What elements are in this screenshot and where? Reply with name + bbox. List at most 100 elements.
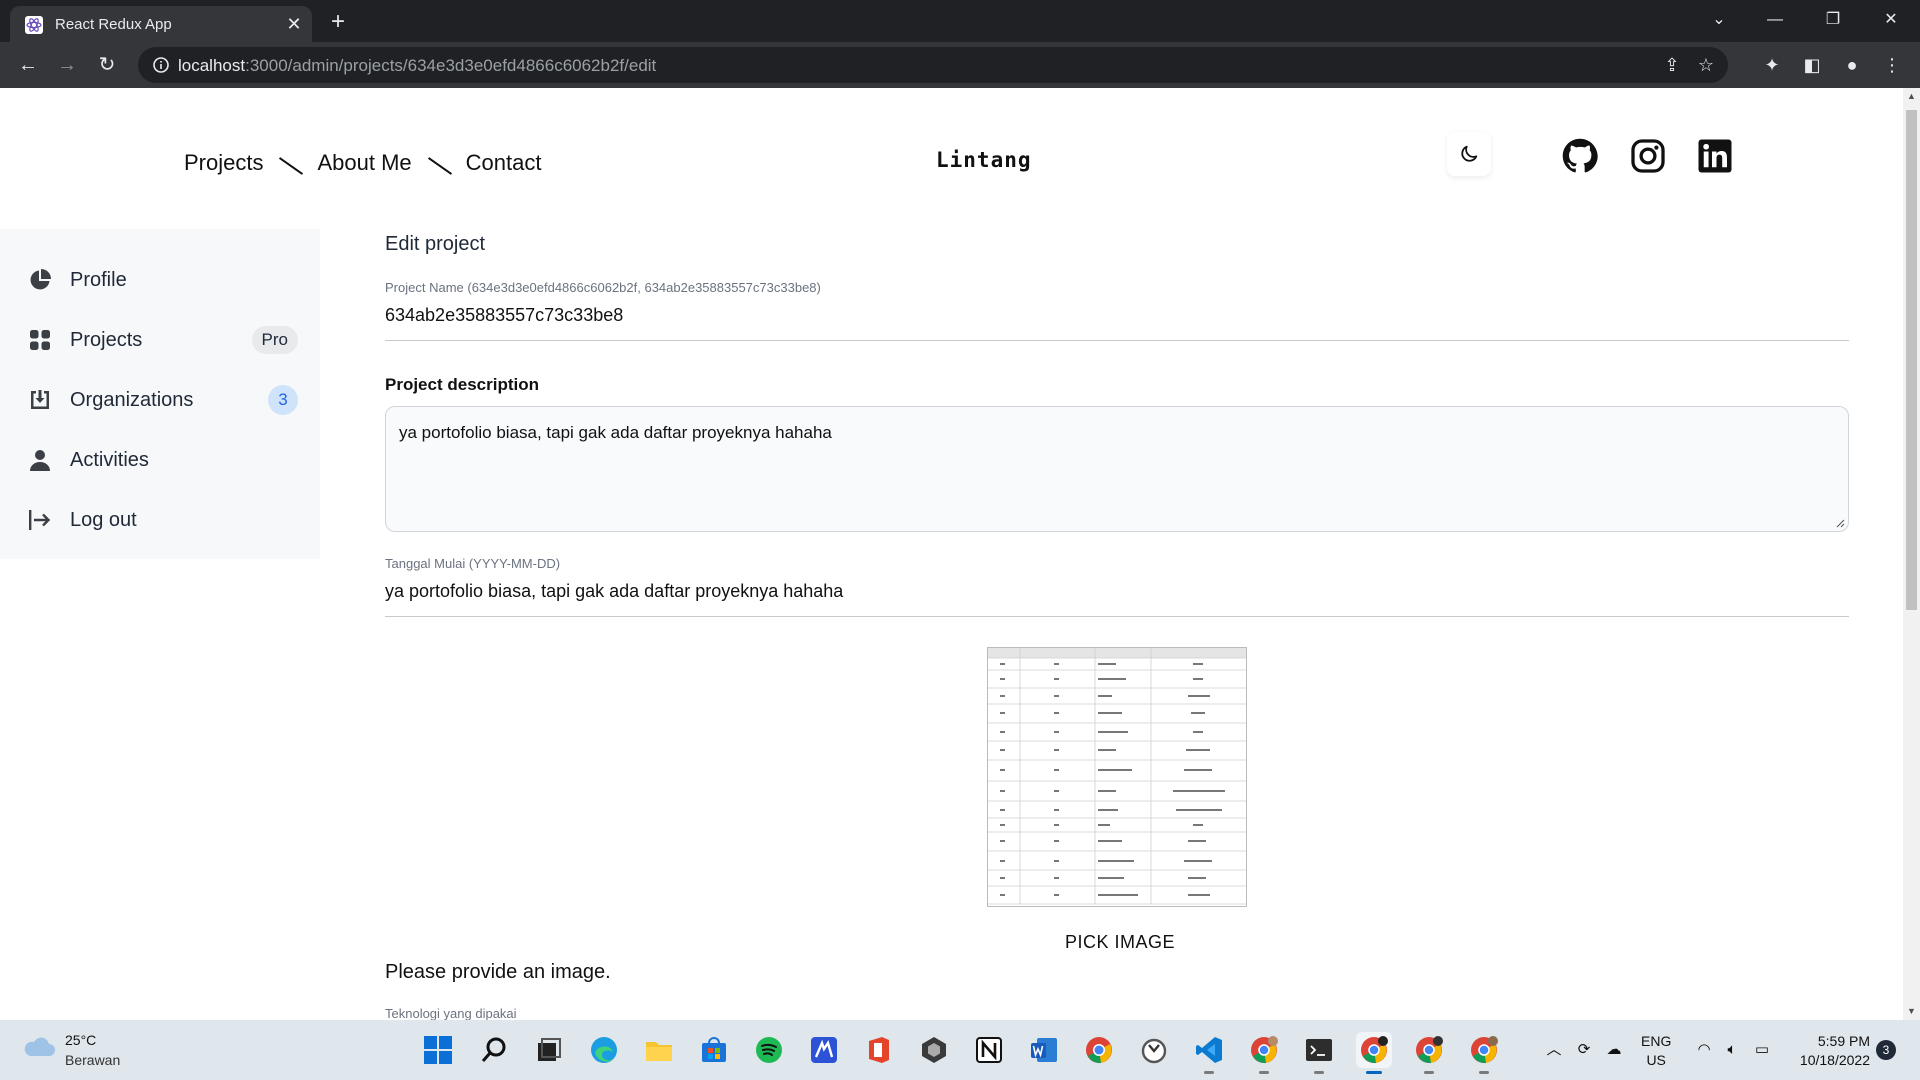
resize-grip-icon[interactable]	[1835, 518, 1845, 528]
chrome-icon[interactable]	[1081, 1032, 1117, 1068]
sidebar-item-profile[interactable]: Profile	[28, 262, 298, 298]
page-scrollbar[interactable]: ▲ ▼	[1903, 88, 1920, 1020]
page-viewport: Projects About Me Contact Lintang Profil…	[0, 88, 1920, 1020]
person-icon	[30, 450, 50, 471]
active-indicator	[1366, 1071, 1382, 1074]
app-icon[interactable]	[806, 1032, 842, 1068]
weather-description[interactable]: Berawan	[65, 1052, 120, 1068]
sidebar-item-logout[interactable]: Log out	[28, 502, 298, 538]
file-explorer-icon[interactable]	[641, 1032, 677, 1068]
battery-icon[interactable]: ▭	[1752, 1040, 1772, 1060]
volume-icon[interactable]: 🔈︎	[1722, 1040, 1742, 1060]
close-tab-icon[interactable]: ✕	[282, 12, 306, 36]
new-tab-icon[interactable]: +	[324, 8, 352, 36]
menu-icon[interactable]: ⋮	[1880, 53, 1904, 77]
clock-date: 10/18/2022	[1799, 1052, 1870, 1068]
spotify-icon[interactable]	[751, 1032, 787, 1068]
nav-link-about-me[interactable]: About Me	[317, 150, 411, 176]
terminal-icon[interactable]	[1301, 1032, 1337, 1074]
scroll-thumb[interactable]	[1906, 110, 1917, 610]
wifi-icon[interactable]: ◠	[1694, 1040, 1714, 1060]
theme-toggle-button[interactable]	[1447, 132, 1491, 176]
cloud-icon[interactable]	[22, 1034, 56, 1060]
back-icon[interactable]: ←	[14, 51, 42, 79]
project-name-label: Project Name (634e3d3e0efd4866c6062b2f, …	[385, 280, 821, 295]
table-image-thumbnail	[988, 648, 1246, 905]
running-indicator	[1204, 1071, 1214, 1074]
logout-icon	[29, 510, 51, 530]
scroll-up-icon[interactable]: ▲	[1903, 88, 1920, 105]
windows-taskbar: 25°C Berawan ︿ ⟳ ☁ ENG US ◠ 🔈︎ ▭ 5:59 PM…	[0, 1020, 1920, 1080]
running-indicator	[1424, 1071, 1434, 1074]
sidebar-item-organizations[interactable]: Organizations 3	[28, 382, 298, 418]
keyboard-layout: US	[1646, 1052, 1666, 1068]
site-brand[interactable]: Lintang	[936, 148, 1032, 172]
forward-icon[interactable]: →	[53, 51, 81, 79]
chrome-active-icon[interactable]	[1356, 1032, 1392, 1074]
address-bar[interactable]: localhost:3000/admin/projects/634e3d3e0e…	[138, 47, 1728, 83]
profile-icon[interactable]: ●	[1840, 53, 1864, 77]
start-date-input[interactable]: ya portofolio biasa, tapi gak ada daftar…	[385, 581, 843, 602]
restore-icon[interactable]: ❐	[1810, 0, 1856, 40]
input-underline	[385, 616, 1849, 617]
chrome-profile-icon[interactable]	[1246, 1032, 1282, 1074]
nav-link-contact[interactable]: Contact	[466, 150, 542, 176]
language-code: ENG	[1641, 1033, 1672, 1049]
store-icon[interactable]	[696, 1032, 732, 1068]
admin-sidebar: Profile Projects Pro Organizations 3 Act…	[0, 229, 320, 559]
description-label: Project description	[385, 375, 539, 394]
pick-image-button[interactable]: PICK IMAGE	[1065, 932, 1175, 953]
sidebar-item-label: Organizations	[70, 388, 194, 411]
sidebar-item-projects[interactable]: Projects Pro	[28, 322, 298, 358]
word-icon[interactable]	[1026, 1032, 1062, 1068]
start-icon[interactable]	[420, 1032, 456, 1068]
share-icon[interactable]: ⇪	[1660, 53, 1684, 77]
pro-badge: Pro	[251, 326, 298, 354]
instagram-icon[interactable]	[1630, 138, 1666, 174]
browser-toolbar: ← → ↻ localhost:3000/admin/projects/634e…	[0, 42, 1920, 88]
tab-search-icon[interactable]: ⌄	[1696, 0, 1742, 40]
sync-icon[interactable]: ⟳	[1574, 1040, 1594, 1060]
nav-separator	[277, 155, 303, 177]
browser-tab-bar: React Redux App ✕ + ⌄ — ❐ ✕	[0, 0, 1920, 42]
notion-icon[interactable]	[971, 1032, 1007, 1068]
notification-count-badge[interactable]: 3	[1876, 1040, 1896, 1060]
chevron-up-icon[interactable]: ︿	[1544, 1040, 1564, 1060]
info-icon[interactable]	[152, 56, 170, 74]
search-icon[interactable]	[476, 1032, 512, 1068]
github-icon[interactable]	[1562, 138, 1598, 174]
sidebar-item-activities[interactable]: Activities	[28, 442, 298, 478]
project-name-input[interactable]: 634ab2e35883557c73c33be8	[385, 305, 623, 326]
system-clock[interactable]: 5:59 PM 10/18/2022	[1790, 1032, 1870, 1070]
weather-temperature[interactable]: 25°C	[65, 1032, 96, 1048]
minimize-icon[interactable]: —	[1752, 0, 1798, 40]
close-window-icon[interactable]: ✕	[1868, 0, 1914, 40]
chrome-profile-2-icon[interactable]	[1411, 1032, 1447, 1074]
language-indicator[interactable]: ENG US	[1641, 1032, 1671, 1070]
edge-icon[interactable]	[586, 1032, 622, 1068]
organizations-count-badge: 3	[268, 385, 298, 415]
linkedin-icon[interactable]	[1697, 138, 1733, 174]
side-panel-icon[interactable]: ◧	[1800, 53, 1824, 77]
clock-app-icon[interactable]	[1136, 1032, 1172, 1068]
clock-time: 5:59 PM	[1817, 1033, 1870, 1049]
extensions-icon[interactable]: ✦	[1760, 53, 1784, 77]
onedrive-icon[interactable]: ☁	[1604, 1040, 1624, 1060]
technologies-label: Teknologi yang dipakai	[385, 1006, 517, 1020]
vscode-icon[interactable]	[1191, 1032, 1227, 1074]
bookmark-star-icon[interactable]: ☆	[1694, 53, 1718, 77]
chrome-profile-3-icon[interactable]	[1466, 1032, 1502, 1074]
download-box-icon	[31, 390, 49, 409]
project-image-preview	[987, 647, 1247, 907]
url-text[interactable]: localhost:3000/admin/projects/634e3d3e0e…	[178, 56, 656, 76]
description-textarea[interactable]: ya portofolio biasa, tapi gak ada daftar…	[385, 406, 1849, 532]
nav-separator	[426, 155, 452, 177]
browser-tab[interactable]: React Redux App ✕	[10, 6, 312, 42]
unity-icon[interactable]	[916, 1032, 952, 1068]
scroll-down-icon[interactable]: ▼	[1903, 1003, 1920, 1020]
reload-icon[interactable]: ↻	[93, 51, 121, 79]
site-nav: Projects About Me Contact	[184, 148, 541, 178]
office-icon[interactable]	[861, 1032, 897, 1068]
task-view-icon[interactable]	[531, 1032, 567, 1068]
nav-link-projects[interactable]: Projects	[184, 150, 263, 176]
